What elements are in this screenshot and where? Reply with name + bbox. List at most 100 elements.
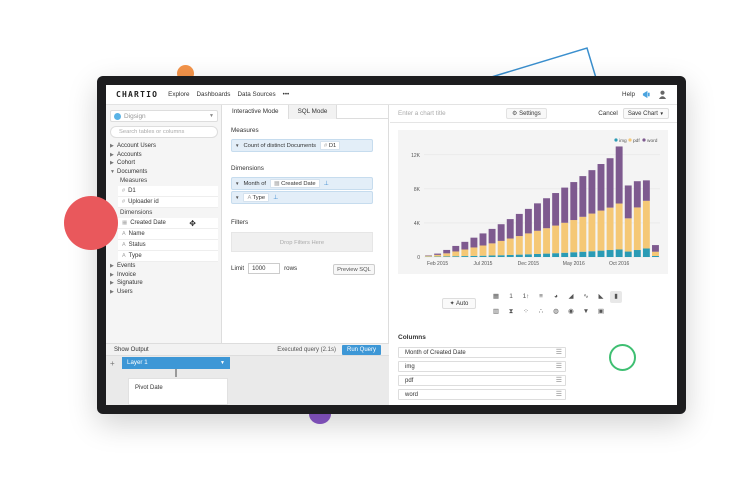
tab-sql-mode[interactable]: SQL Mode [288,105,338,119]
schema-search-input[interactable]: Search tables or columns [110,126,218,138]
move-cursor-icon: ✥ [189,219,196,228]
bar-segment-img [497,255,505,257]
bar-segment-word [479,233,487,246]
chevron-down-icon[interactable]: ▼ [235,143,239,148]
field-type[interactable]: A Type [118,251,218,262]
geo-viz-icon[interactable]: ◍ [550,306,562,318]
layer-tab[interactable]: Layer 1 ▼ [122,357,230,369]
field-d1[interactable]: # D1 [118,186,218,197]
bar-segment-img [615,249,623,257]
drag-handle-icon[interactable]: ☰ [556,376,562,386]
single-value-viz-icon[interactable]: 1 [505,291,517,303]
table-events[interactable]: ▶ Events [110,262,220,271]
help-link[interactable]: Help [622,91,635,98]
bar-segment-word [534,203,541,231]
add-step-icon[interactable]: + [110,359,115,368]
nav-data-sources[interactable]: Data Sources [237,91,275,98]
nav-explore[interactable]: Explore [168,91,189,98]
nav-dashboards[interactable]: Dashboards [196,91,230,98]
data-source-select[interactable]: Digsign ▼ [110,110,218,122]
legend-swatch-img [614,138,618,142]
area-viz-icon[interactable]: ◢ [565,291,577,303]
chevron-right-icon: ▶ [110,271,114,278]
measures-label: Measures [231,127,259,134]
save-chart-button[interactable]: Save Chart ▼ [622,108,669,119]
measure-pill[interactable]: ▼ Count of distinct Documents # D1 [231,139,373,152]
image-viz-icon[interactable]: ▣ [595,306,607,318]
column-row[interactable]: Month of Created Date ☰ [398,347,566,358]
table-accounts[interactable]: ▶ Accounts [110,151,220,160]
table-cohort[interactable]: ▶ Cohort [110,159,220,168]
drag-handle-icon[interactable]: ☰ [556,390,562,400]
drag-handle-icon[interactable]: ☰ [556,362,562,372]
table-account-users[interactable]: ▶ Account Users [110,142,220,151]
bar-segment-word [543,198,550,229]
column-viz-icon[interactable]: ▥ [490,306,502,318]
table-documents[interactable]: ▼ Documents [110,168,220,177]
filters-dropzone[interactable]: Drop Filters Here [231,232,373,252]
bar-segment-word [470,237,478,248]
dimension-pill-type[interactable]: ▼ A Type ⊥ [231,191,373,204]
bar-segment-img [642,248,650,257]
settings-button[interactable]: ⚙ Settings [506,108,547,119]
table-viz-icon[interactable]: ▦ [490,291,502,303]
bar-segment-word [579,176,587,217]
run-query-button[interactable]: Run Query [341,344,381,355]
bubble-viz-icon[interactable]: ∴ [535,306,547,318]
single-value-change-icon[interactable]: 1↑ [520,291,532,303]
chart-title-input[interactable]: Enter a chart title [398,110,506,117]
drag-handle-icon[interactable]: ☰ [556,348,562,358]
cancel-button[interactable]: Cancel [598,110,618,117]
user-icon[interactable] [658,90,667,99]
funnel-viz-icon[interactable]: ▼ [580,306,592,318]
pivot-step-card[interactable]: Pivot Date [128,378,228,405]
funnel-text-icon[interactable]: ≡ [535,291,547,303]
scatter-viz-icon[interactable]: ⁘ [520,306,532,318]
column-row[interactable]: word ☰ [398,389,566,400]
table-invoice[interactable]: ▶ Invoice [110,271,220,280]
field-name[interactable]: A Name [118,229,218,240]
mode-tabs: Interactive Mode SQL Mode [223,105,389,119]
pin-icon[interactable]: ⊥ [273,194,278,201]
show-output-toggle[interactable]: Show Output [114,347,149,353]
table-signature[interactable]: ▶ Signature [110,279,220,288]
column-row[interactable]: pdf ☰ [398,375,566,386]
auto-viz-button[interactable]: ✦ Auto [442,298,476,309]
bar-segment-pdf [597,210,605,251]
tab-interactive-mode[interactable]: Interactive Mode [223,105,289,119]
bar-segment-pdf [633,207,641,251]
bar-segment-img [552,253,560,257]
bar-segment-pdf [470,247,478,256]
calendar-icon: ▦ [122,220,128,226]
limit-input[interactable]: 1000 [248,263,281,274]
nav-right: Help [622,90,667,99]
bar-segment-word [588,170,596,214]
nav-more-menu[interactable]: ••• [283,91,290,98]
field-status[interactable]: A Status [118,240,218,251]
hash-icon: # [122,199,126,205]
chevron-down-icon[interactable]: ▼ [235,181,239,186]
bar-segment-word [615,146,623,204]
announcement-icon[interactable] [642,90,651,99]
gauge-viz-icon[interactable]: ◉ [565,306,577,318]
stacked-area-viz-icon[interactable]: ◣ [595,291,607,303]
query-status-bar: Show Output Executed query (2.1s) Run Qu… [106,343,389,356]
pin-icon[interactable]: ⊥ [324,180,329,187]
bar-segment-img [488,255,496,257]
dimension-pill-created-date[interactable]: ▼ Month of ▦ Created Date ⊥ [231,177,373,190]
field-uploader-id[interactable]: # Uploader id [118,197,218,208]
chevron-down-icon[interactable]: ▼ [235,195,239,200]
bar-segment-pdf [624,218,632,252]
preview-sql-button[interactable]: Preview SQL [333,264,375,275]
table-users[interactable]: ▶ Users [110,288,220,297]
pie-viz-icon[interactable]: ◕ [550,291,562,303]
bar-viz-icon[interactable]: ▮ [610,291,622,303]
line-viz-icon[interactable]: ∿ [580,291,592,303]
box-plot-viz-icon[interactable]: ⧗ [505,306,517,318]
limit-row: Limit 1000 rows [231,263,297,274]
field-created-date[interactable]: ▦ Created Date ✥ [118,218,218,229]
legend-label-word: word [647,138,658,144]
bar-segment-word [642,180,650,201]
bar-segment-pdf [488,243,496,256]
column-row[interactable]: img ☰ [398,361,566,372]
